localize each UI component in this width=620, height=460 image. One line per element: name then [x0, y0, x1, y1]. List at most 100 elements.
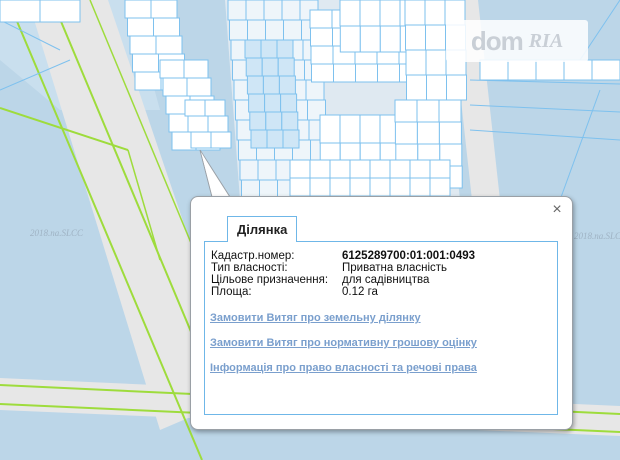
land-parcel	[266, 129, 284, 149]
land-parcel	[319, 114, 341, 144]
land-parcel	[349, 177, 371, 197]
land-parcel	[187, 115, 209, 133]
land-parcel	[591, 59, 620, 81]
land-parcel	[394, 99, 418, 123]
land-parcel	[186, 77, 212, 97]
ownership-info-link[interactable]: Інформація про право власності та речові…	[210, 362, 477, 374]
land-parcel	[425, 49, 447, 76]
land-parcel	[369, 159, 391, 179]
land-parcel	[416, 99, 440, 123]
land-parcel	[405, 24, 426, 51]
order-land-extract-link[interactable]: Замовити Витяг про земельну ділянку	[210, 312, 477, 324]
land-parcel	[329, 159, 351, 179]
land-parcel	[245, 0, 265, 21]
land-parcel	[127, 17, 154, 37]
land-parcel	[409, 177, 431, 197]
land-parcel	[310, 45, 334, 65]
field-ownership-type: Тип власності: Приватна власність	[211, 262, 475, 274]
land-parcel	[355, 63, 378, 83]
dom-ria-watermark: dom RIA	[446, 20, 588, 62]
land-parcel	[535, 59, 565, 81]
land-parcel	[563, 59, 593, 81]
land-parcel	[394, 121, 418, 145]
land-parcel	[429, 159, 451, 179]
land-parcel	[132, 53, 159, 73]
field-label: Цільове призначення:	[211, 274, 329, 286]
land-parcel	[280, 93, 298, 113]
land-parcel	[129, 35, 157, 55]
map-stamp: 2018.na.SLCC	[30, 228, 84, 238]
land-parcel	[438, 121, 462, 145]
land-parcel	[359, 0, 381, 27]
land-parcel	[339, 114, 361, 144]
field-label: Площа:	[211, 286, 252, 298]
land-parcel	[210, 131, 232, 149]
order-valuation-extract-link[interactable]: Замовити Витяг про нормативну грошову оц…	[210, 337, 477, 349]
land-parcel	[479, 59, 509, 81]
land-parcel	[359, 25, 381, 53]
field-cadastral-number: Кадастр.номер: 6125289700:01:001:0493	[211, 250, 475, 262]
field-label: Тип власності:	[211, 262, 288, 274]
land-parcel	[329, 177, 351, 197]
land-parcel	[257, 159, 277, 181]
field-value: Приватна власність	[342, 262, 448, 274]
field-value: 0.12 га	[342, 286, 378, 298]
watermark-dom-text: dom	[470, 25, 524, 56]
cadastral-map[interactable]: dom RIA 2018.na.SLCC 2018.na.SLCC × Діля…	[0, 0, 620, 460]
tab-parcel[interactable]: Ділянка	[227, 216, 298, 242]
land-parcel	[229, 19, 248, 41]
land-parcel	[283, 19, 302, 41]
land-parcel	[426, 74, 447, 101]
land-parcel	[265, 19, 284, 41]
land-parcel	[406, 74, 427, 101]
land-parcel	[424, 0, 446, 26]
field-label: Кадастр.номер:	[211, 250, 295, 262]
watermark-ria-text: RIA	[528, 29, 564, 52]
field-area: Площа: 0.12 га	[211, 286, 475, 298]
close-icon[interactable]: ×	[550, 202, 564, 218]
land-parcel	[349, 159, 371, 179]
land-parcel	[39, 0, 81, 23]
land-parcel	[261, 57, 279, 77]
land-parcel	[227, 0, 247, 21]
land-parcel	[438, 99, 462, 123]
land-parcel	[339, 25, 361, 53]
land-parcel	[377, 63, 400, 83]
parcel-info-popup: × Ділянка Кадастр.номер: 6125289700:01:0…	[190, 196, 573, 430]
field-value: для садівництва	[342, 274, 430, 286]
land-parcel	[134, 71, 162, 91]
land-parcel	[507, 59, 537, 81]
map-stamp: 2018.na.SLCC	[574, 231, 620, 241]
land-parcel	[124, 0, 152, 19]
land-parcel	[339, 0, 361, 27]
land-parcel	[246, 75, 264, 95]
land-parcel	[184, 99, 206, 117]
land-parcel	[310, 27, 333, 47]
land-parcel	[405, 49, 427, 76]
land-parcel	[249, 111, 267, 131]
field-value: 6125289700:01:001:0493	[342, 250, 476, 262]
land-parcel	[265, 111, 283, 131]
land-parcel	[305, 79, 325, 101]
land-parcel	[155, 35, 183, 55]
land-parcel	[282, 129, 300, 149]
land-parcel	[250, 129, 268, 149]
land-parcel	[248, 93, 266, 113]
land-parcel	[190, 131, 212, 149]
land-parcel	[262, 75, 280, 95]
land-parcel	[409, 159, 431, 179]
parcel-fields: Кадастр.номер: 6125289700:01:001:0493 Ти…	[211, 250, 475, 298]
parcel-info-panel: Кадастр.номер: 6125289700:01:001:0493 Ти…	[204, 241, 558, 415]
land-parcel	[204, 99, 226, 117]
land-parcel	[263, 0, 283, 21]
land-parcel	[281, 111, 299, 131]
land-parcel	[289, 177, 311, 197]
field-purpose: Цільове призначення: для садівництва	[211, 274, 475, 286]
land-parcel	[281, 0, 301, 21]
popup-links: Замовити Витяг про земельну ділянку Замо…	[210, 312, 477, 387]
land-parcel	[278, 75, 296, 95]
land-parcel	[276, 39, 294, 59]
land-parcel	[425, 24, 446, 51]
land-parcel	[369, 177, 391, 197]
land-parcel	[0, 0, 41, 23]
